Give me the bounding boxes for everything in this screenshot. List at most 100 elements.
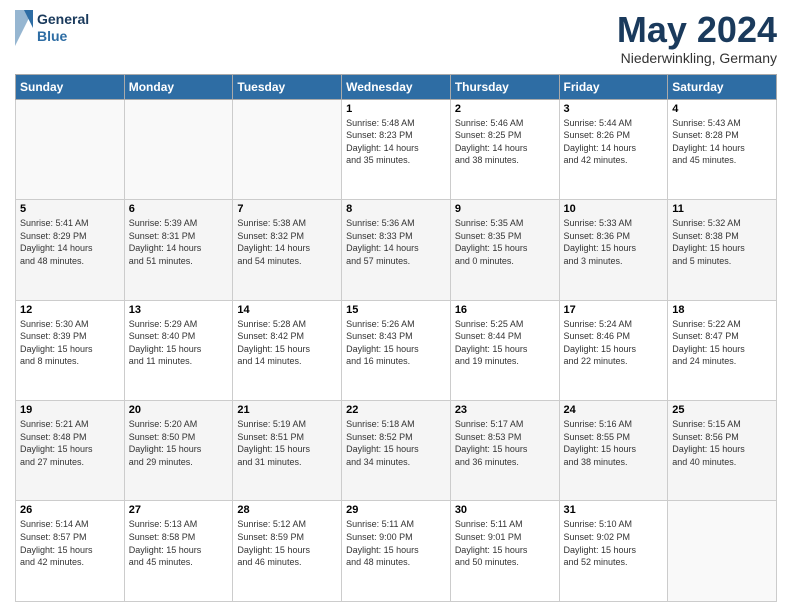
day-info-line: and 54 minutes.	[237, 255, 337, 268]
logo-triangle-icon	[15, 10, 33, 46]
day-info-line: Sunset: 8:28 PM	[672, 129, 772, 142]
day-info: Sunrise: 5:18 AMSunset: 8:52 PMDaylight:…	[346, 418, 446, 468]
day-info: Sunrise: 5:10 AMSunset: 9:02 PMDaylight:…	[564, 518, 664, 568]
table-row: 8Sunrise: 5:36 AMSunset: 8:33 PMDaylight…	[342, 200, 451, 300]
day-info-line: Daylight: 15 hours	[237, 443, 337, 456]
day-info-line: Sunrise: 5:19 AM	[237, 418, 337, 431]
table-row: 10Sunrise: 5:33 AMSunset: 8:36 PMDayligh…	[559, 200, 668, 300]
day-info-line: and 38 minutes.	[564, 456, 664, 469]
day-info-line: Daylight: 15 hours	[20, 544, 120, 557]
day-info-line: Sunrise: 5:24 AM	[564, 318, 664, 331]
day-info-line: and 48 minutes.	[346, 556, 446, 569]
day-info-line: Sunset: 8:35 PM	[455, 230, 555, 243]
day-info-line: and 14 minutes.	[237, 355, 337, 368]
day-info-line: Daylight: 15 hours	[346, 343, 446, 356]
day-number: 20	[129, 404, 229, 416]
day-info-line: and 27 minutes.	[20, 456, 120, 469]
day-number: 24	[564, 404, 664, 416]
day-info-line: Daylight: 15 hours	[129, 544, 229, 557]
day-info-line: Daylight: 15 hours	[20, 443, 120, 456]
table-row: 11Sunrise: 5:32 AMSunset: 8:38 PMDayligh…	[668, 200, 777, 300]
day-info-line: Sunset: 8:53 PM	[455, 431, 555, 444]
day-info-line: and 5 minutes.	[672, 255, 772, 268]
day-info-line: Sunrise: 5:29 AM	[129, 318, 229, 331]
day-info-line: Sunrise: 5:15 AM	[672, 418, 772, 431]
day-info-line: Sunset: 8:48 PM	[20, 431, 120, 444]
day-info-line: Sunrise: 5:33 AM	[564, 217, 664, 230]
day-info-line: Sunrise: 5:46 AM	[455, 117, 555, 130]
table-row: 6Sunrise: 5:39 AMSunset: 8:31 PMDaylight…	[124, 200, 233, 300]
day-info-line: Daylight: 15 hours	[672, 343, 772, 356]
day-info: Sunrise: 5:48 AMSunset: 8:23 PMDaylight:…	[346, 117, 446, 167]
table-row	[124, 99, 233, 199]
day-info: Sunrise: 5:46 AMSunset: 8:25 PMDaylight:…	[455, 117, 555, 167]
calendar-table: Sunday Monday Tuesday Wednesday Thursday…	[15, 74, 777, 602]
day-info: Sunrise: 5:28 AMSunset: 8:42 PMDaylight:…	[237, 318, 337, 368]
col-thursday: Thursday	[450, 74, 559, 99]
day-number: 27	[129, 504, 229, 516]
table-row: 29Sunrise: 5:11 AMSunset: 9:00 PMDayligh…	[342, 501, 451, 602]
table-row: 26Sunrise: 5:14 AMSunset: 8:57 PMDayligh…	[16, 501, 125, 602]
col-sunday: Sunday	[16, 74, 125, 99]
day-info-line: Daylight: 15 hours	[455, 544, 555, 557]
day-info-line: and 57 minutes.	[346, 255, 446, 268]
day-info-line: Daylight: 15 hours	[346, 443, 446, 456]
day-info-line: and 29 minutes.	[129, 456, 229, 469]
day-number: 15	[346, 304, 446, 316]
day-info-line: Sunrise: 5:35 AM	[455, 217, 555, 230]
day-info-line: Sunset: 8:33 PM	[346, 230, 446, 243]
day-number: 3	[564, 103, 664, 115]
table-row: 4Sunrise: 5:43 AMSunset: 8:28 PMDaylight…	[668, 99, 777, 199]
day-info-line: Sunrise: 5:38 AM	[237, 217, 337, 230]
table-row: 3Sunrise: 5:44 AMSunset: 8:26 PMDaylight…	[559, 99, 668, 199]
day-info: Sunrise: 5:17 AMSunset: 8:53 PMDaylight:…	[455, 418, 555, 468]
day-info: Sunrise: 5:35 AMSunset: 8:35 PMDaylight:…	[455, 217, 555, 267]
table-row: 19Sunrise: 5:21 AMSunset: 8:48 PMDayligh…	[16, 401, 125, 501]
day-info-line: Sunset: 9:00 PM	[346, 531, 446, 544]
logo-container: General Blue	[15, 10, 89, 46]
day-info-line: Sunrise: 5:30 AM	[20, 318, 120, 331]
logo-general: General	[37, 11, 89, 28]
page: General Blue May 2024 Niederwinkling, Ge…	[0, 0, 792, 612]
day-info-line: Sunrise: 5:14 AM	[20, 518, 120, 531]
day-number: 1	[346, 103, 446, 115]
day-info-line: and 46 minutes.	[237, 556, 337, 569]
calendar-week-row: 19Sunrise: 5:21 AMSunset: 8:48 PMDayligh…	[16, 401, 777, 501]
day-info-line: Daylight: 15 hours	[672, 242, 772, 255]
day-info: Sunrise: 5:25 AMSunset: 8:44 PMDaylight:…	[455, 318, 555, 368]
day-info-line: Sunset: 9:01 PM	[455, 531, 555, 544]
table-row: 28Sunrise: 5:12 AMSunset: 8:59 PMDayligh…	[233, 501, 342, 602]
day-info-line: and 22 minutes.	[564, 355, 664, 368]
day-info-line: Daylight: 14 hours	[672, 142, 772, 155]
day-info: Sunrise: 5:39 AMSunset: 8:31 PMDaylight:…	[129, 217, 229, 267]
day-info-line: Sunrise: 5:39 AM	[129, 217, 229, 230]
day-info-line: Daylight: 15 hours	[129, 343, 229, 356]
day-info-line: and 51 minutes.	[129, 255, 229, 268]
table-row	[668, 501, 777, 602]
table-row: 25Sunrise: 5:15 AMSunset: 8:56 PMDayligh…	[668, 401, 777, 501]
table-row: 15Sunrise: 5:26 AMSunset: 8:43 PMDayligh…	[342, 300, 451, 400]
day-info-line: Daylight: 14 hours	[346, 242, 446, 255]
day-info-line: Sunset: 8:59 PM	[237, 531, 337, 544]
day-number: 30	[455, 504, 555, 516]
day-number: 19	[20, 404, 120, 416]
day-info-line: Daylight: 14 hours	[564, 142, 664, 155]
day-info-line: and 42 minutes.	[20, 556, 120, 569]
day-info: Sunrise: 5:12 AMSunset: 8:59 PMDaylight:…	[237, 518, 337, 568]
day-info-line: Sunset: 8:38 PM	[672, 230, 772, 243]
calendar-header-row: Sunday Monday Tuesday Wednesday Thursday…	[16, 74, 777, 99]
day-number: 26	[20, 504, 120, 516]
title-block: May 2024 Niederwinkling, Germany	[617, 10, 777, 66]
day-info-line: and 24 minutes.	[672, 355, 772, 368]
day-info-line: Sunset: 8:58 PM	[129, 531, 229, 544]
day-info-line: Sunrise: 5:17 AM	[455, 418, 555, 431]
day-info-line: Sunset: 8:39 PM	[20, 330, 120, 343]
day-info-line: and 31 minutes.	[237, 456, 337, 469]
day-info-line: Daylight: 15 hours	[455, 343, 555, 356]
day-info-line: Daylight: 14 hours	[237, 242, 337, 255]
day-info: Sunrise: 5:32 AMSunset: 8:38 PMDaylight:…	[672, 217, 772, 267]
day-info-line: and 52 minutes.	[564, 556, 664, 569]
day-info-line: Sunrise: 5:28 AM	[237, 318, 337, 331]
day-info-line: Daylight: 15 hours	[564, 544, 664, 557]
day-number: 16	[455, 304, 555, 316]
